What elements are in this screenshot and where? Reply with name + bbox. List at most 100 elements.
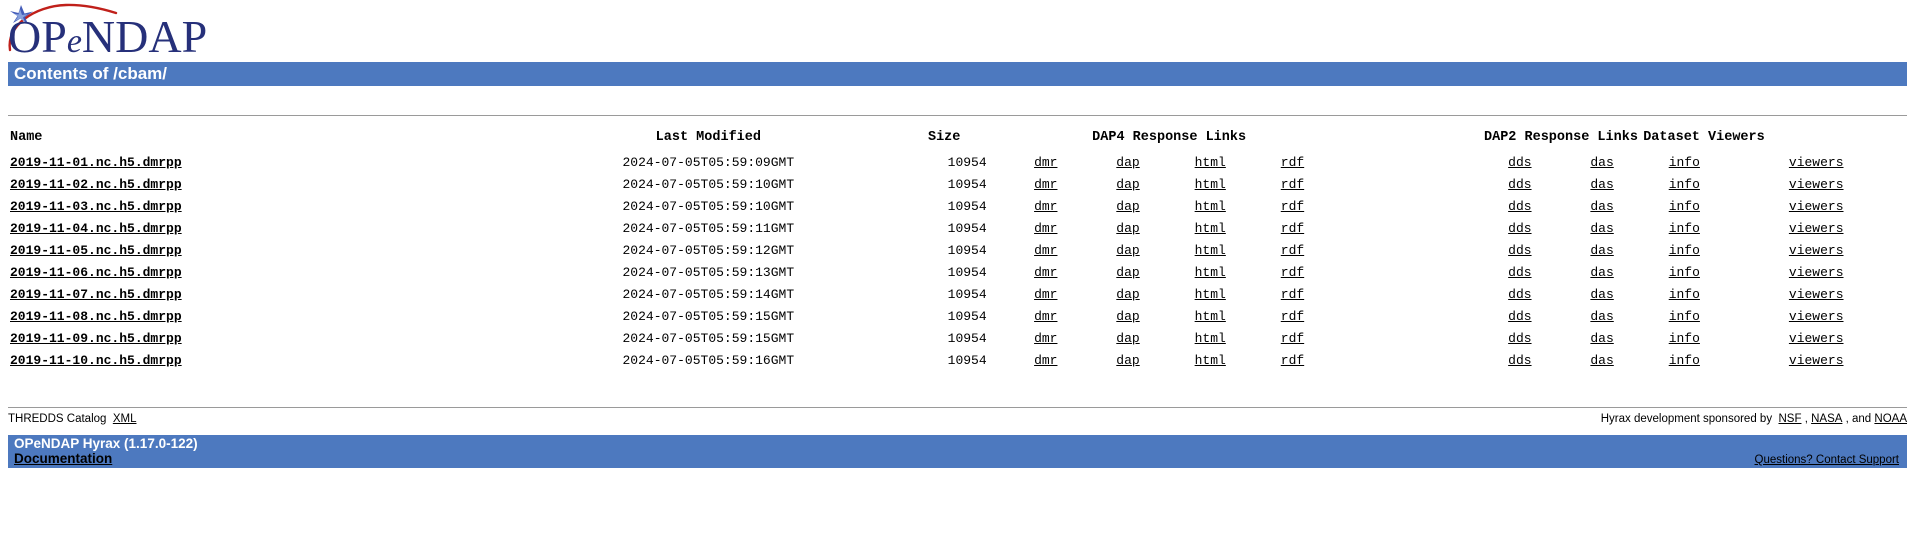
dmr-link[interactable]: dmr [1034,243,1057,258]
info-link[interactable]: info [1669,331,1700,346]
das-link[interactable]: das [1590,331,1613,346]
viewers-link[interactable]: viewers [1789,243,1844,258]
info-link[interactable]: info [1669,199,1700,214]
rdf-link[interactable]: rdf [1281,177,1304,192]
dap-link[interactable]: dap [1116,221,1139,236]
dataset-file-link[interactable]: 2019-11-06.nc.h5.dmrpp [10,265,182,280]
thredds-xml-link[interactable]: XML [113,413,137,425]
cell-dmr: dmr [1005,173,1087,195]
das-link[interactable]: das [1590,155,1613,170]
html-link[interactable]: html [1195,199,1226,214]
info-link[interactable]: info [1669,309,1700,324]
dds-link[interactable]: dds [1508,177,1531,192]
info-link[interactable]: info [1669,265,1700,280]
hyrax-documentation-line: Documentation [14,451,1901,466]
info-link[interactable]: info [1669,243,1700,258]
html-link[interactable]: html [1195,155,1226,170]
dataset-file-link[interactable]: 2019-11-01.nc.h5.dmrpp [10,155,182,170]
viewers-link[interactable]: viewers [1789,265,1844,280]
dmr-link[interactable]: dmr [1034,309,1057,324]
info-link[interactable]: info [1669,353,1700,368]
dds-link[interactable]: dds [1508,265,1531,280]
html-link[interactable]: html [1195,265,1226,280]
html-link[interactable]: html [1195,177,1226,192]
html-link[interactable]: html [1195,221,1226,236]
dataset-file-link[interactable]: 2019-11-09.nc.h5.dmrpp [10,331,182,346]
html-link[interactable]: html [1195,331,1226,346]
das-link[interactable]: das [1590,177,1613,192]
dap-link[interactable]: dap [1116,353,1139,368]
rdf-link[interactable]: rdf [1281,331,1304,346]
dap-link[interactable]: dap [1116,243,1139,258]
dmr-link[interactable]: dmr [1034,177,1057,192]
viewers-link[interactable]: viewers [1789,287,1844,302]
rdf-link[interactable]: rdf [1281,155,1304,170]
viewers-link[interactable]: viewers [1789,331,1844,346]
dataset-file-link[interactable]: 2019-11-07.nc.h5.dmrpp [10,287,182,302]
viewers-link[interactable]: viewers [1789,155,1844,170]
dataset-file-link[interactable]: 2019-11-05.nc.h5.dmrpp [10,243,182,258]
dmr-link[interactable]: dmr [1034,331,1057,346]
dds-link[interactable]: dds [1508,309,1531,324]
noaa-link[interactable]: NOAA [1874,413,1907,425]
dap-link[interactable]: dap [1116,331,1139,346]
das-link[interactable]: das [1590,309,1613,324]
nsf-link[interactable]: NSF [1778,413,1801,425]
rdf-link[interactable]: rdf [1281,265,1304,280]
html-link[interactable]: html [1195,287,1226,302]
viewers-link[interactable]: viewers [1789,199,1844,214]
info-link[interactable]: info [1669,287,1700,302]
html-link[interactable]: html [1195,353,1226,368]
dds-link[interactable]: dds [1508,221,1531,236]
das-link[interactable]: das [1590,221,1613,236]
info-link[interactable]: info [1669,221,1700,236]
dap-link[interactable]: dap [1116,265,1139,280]
dap-link[interactable]: dap [1116,177,1139,192]
dataset-file-link[interactable]: 2019-11-02.nc.h5.dmrpp [10,177,182,192]
dds-link[interactable]: dds [1508,243,1531,258]
rdf-link[interactable]: rdf [1281,353,1304,368]
info-link[interactable]: info [1669,155,1700,170]
dataset-file-link[interactable]: 2019-11-03.nc.h5.dmrpp [10,199,182,214]
das-link[interactable]: das [1590,353,1613,368]
dmr-link[interactable]: dmr [1034,221,1057,236]
das-link[interactable]: das [1590,199,1613,214]
dmr-link[interactable]: dmr [1034,287,1057,302]
html-link[interactable]: html [1195,309,1226,324]
dap-link[interactable]: dap [1116,309,1139,324]
das-link[interactable]: das [1590,265,1613,280]
dds-link[interactable]: dds [1508,287,1531,302]
nasa-link[interactable]: NASA [1811,413,1842,425]
dmr-link[interactable]: dmr [1034,265,1057,280]
viewers-link[interactable]: viewers [1789,221,1844,236]
info-link[interactable]: info [1669,177,1700,192]
viewers-link[interactable]: viewers [1789,309,1844,324]
contact-support-link[interactable]: Questions? Contact Support [1755,454,1899,466]
dds-link[interactable]: dds [1508,331,1531,346]
dds-link[interactable]: dds [1508,155,1531,170]
dmr-link[interactable]: dmr [1034,353,1057,368]
dap-link[interactable]: dap [1116,155,1139,170]
cell-rdf: rdf [1251,305,1333,327]
html-link[interactable]: html [1195,243,1226,258]
dataset-file-link[interactable]: 2019-11-10.nc.h5.dmrpp [10,353,182,368]
dmr-link[interactable]: dmr [1034,155,1057,170]
rdf-link[interactable]: rdf [1281,199,1304,214]
cell-html: html [1169,173,1251,195]
dmr-link[interactable]: dmr [1034,199,1057,214]
dataset-file-link[interactable]: 2019-11-08.nc.h5.dmrpp [10,309,182,324]
rdf-link[interactable]: rdf [1281,221,1304,236]
dap-link[interactable]: dap [1116,199,1139,214]
dds-link[interactable]: dds [1508,353,1531,368]
viewers-link[interactable]: viewers [1789,353,1844,368]
rdf-link[interactable]: rdf [1281,287,1304,302]
das-link[interactable]: das [1590,243,1613,258]
dap-link[interactable]: dap [1116,287,1139,302]
dataset-file-link[interactable]: 2019-11-04.nc.h5.dmrpp [10,221,182,236]
documentation-link[interactable]: Documentation [14,451,112,466]
viewers-link[interactable]: viewers [1789,177,1844,192]
rdf-link[interactable]: rdf [1281,243,1304,258]
dds-link[interactable]: dds [1508,199,1531,214]
das-link[interactable]: das [1590,287,1613,302]
rdf-link[interactable]: rdf [1281,309,1304,324]
